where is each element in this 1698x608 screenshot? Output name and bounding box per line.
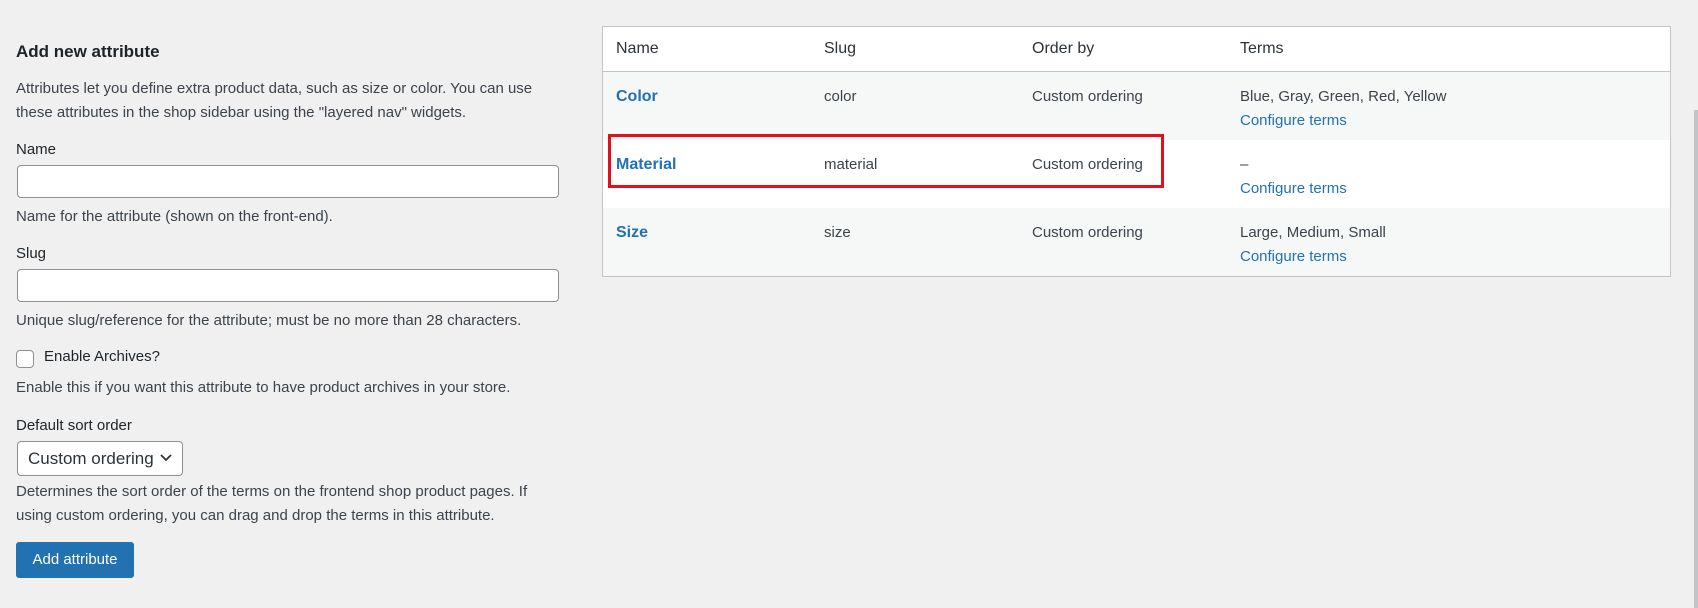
name-label: Name	[16, 141, 57, 158]
column-header-slug: Slug	[824, 40, 857, 57]
column-header-order-by: Order by	[1032, 40, 1095, 57]
slug-input[interactable]	[17, 269, 559, 302]
configure-terms-link[interactable]: Configure terms	[1240, 177, 1347, 201]
sort-order-description: Determines the sort order of the terms o…	[16, 483, 528, 524]
attribute-terms: Blue, Gray, Green, Red, Yellow	[1240, 88, 1447, 105]
slug-label: Slug	[16, 245, 47, 262]
sort-order-select[interactable]: Custom ordering	[17, 441, 183, 476]
column-header-name: Name	[616, 40, 659, 57]
configure-terms-link[interactable]: Configure terms	[1240, 109, 1347, 133]
attribute-terms: Large, Medium, Small	[1240, 224, 1386, 241]
slug-description: Unique slug/reference for the attribute;…	[16, 312, 522, 329]
table-row: Size size Custom ordering Large, Medium,…	[603, 208, 1670, 276]
scrollbar-edge	[1694, 110, 1698, 608]
table-header: Name Slug Order by Terms	[603, 27, 1670, 72]
name-description: Name for the attribute (shown on the fro…	[16, 208, 333, 225]
attribute-name-link[interactable]: Size	[616, 221, 648, 245]
attributes-table: Name Slug Order by Terms Color color Cus…	[602, 26, 1671, 277]
enable-archives-checkbox[interactable]	[16, 350, 34, 368]
name-input[interactable]	[17, 165, 559, 198]
form-intro: Attributes let you define extra product …	[16, 80, 533, 121]
attribute-slug: size	[824, 224, 851, 241]
sort-order-label: Default sort order	[16, 417, 132, 434]
table-row: Material material Custom ordering – Conf…	[603, 140, 1670, 208]
archives-description: Enable this if you want this attribute t…	[16, 379, 511, 396]
form-title: Add new attribute	[16, 42, 160, 61]
sort-order-value: Custom ordering	[28, 449, 154, 468]
attribute-terms: –	[1240, 156, 1249, 173]
attribute-order-by: Custom ordering	[1032, 224, 1143, 241]
attribute-slug: color	[824, 88, 857, 105]
table-row: Color color Custom ordering Blue, Gray, …	[603, 72, 1670, 140]
attribute-name-link[interactable]: Color	[616, 85, 658, 109]
chevron-down-icon	[160, 454, 172, 462]
column-header-terms: Terms	[1240, 40, 1284, 57]
attribute-name-link[interactable]: Material	[616, 153, 676, 177]
attribute-slug: material	[824, 156, 878, 173]
enable-archives-label[interactable]: Enable Archives?	[44, 348, 160, 365]
configure-terms-link[interactable]: Configure terms	[1240, 245, 1347, 269]
attribute-order-by: Custom ordering	[1032, 156, 1143, 173]
attribute-order-by: Custom ordering	[1032, 88, 1143, 105]
add-attribute-button[interactable]: Add attribute	[16, 542, 134, 578]
